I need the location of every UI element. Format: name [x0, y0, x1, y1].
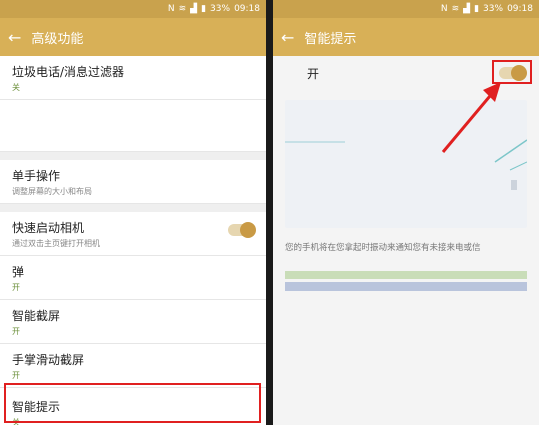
item-status: 开: [12, 327, 20, 336]
status-bar: N ≋ ▟ ▮ 33% 09:18: [0, 0, 266, 18]
list-item-popup[interactable]: 弹 开: [0, 256, 266, 300]
left-phone: N ≋ ▟ ▮ 33% 09:18 ← 高级功能 垃圾电话/消息过滤器 关 单手…: [0, 0, 266, 425]
battery-percent: 33%: [210, 4, 231, 14]
page-title: 智能提示: [304, 31, 357, 47]
item-title: 手掌滑动截屏: [12, 353, 85, 367]
highlight-box: [4, 383, 261, 423]
item-status: 关: [12, 83, 20, 92]
battery-icon: ▮: [201, 4, 207, 14]
back-arrow-icon[interactable]: ←: [8, 28, 21, 47]
item-title: 垃圾电话/消息过滤器: [12, 65, 125, 79]
back-arrow-icon[interactable]: ←: [281, 28, 294, 47]
status-bar: N ≋ ▟ ▮ 33% 09:18: [273, 0, 539, 18]
item-status: 开: [12, 283, 20, 292]
battery-icon: ▮: [474, 4, 480, 14]
quick-camera-toggle[interactable]: [228, 222, 256, 238]
list-item-palm-swipe[interactable]: 手掌滑动截屏 开: [0, 344, 266, 388]
battery-percent: 33%: [483, 4, 504, 14]
clock: 09:18: [234, 4, 260, 14]
annotation-arrow-icon: [441, 82, 501, 153]
list-item-quick-camera[interactable]: 快速启动相机 通过双击主页键打开相机: [0, 212, 266, 256]
app-toolbar: ← 智能提示: [273, 18, 539, 56]
item-title: 弹: [12, 265, 25, 279]
divider: [0, 204, 266, 212]
wifi-icon: ≋: [178, 4, 187, 14]
wifi-icon: ≋: [451, 4, 460, 14]
right-phone: N ≋ ▟ ▮ 33% 09:18 ← 智能提示 开 您的手机将在您拿起时振动来…: [273, 0, 539, 425]
page-title: 高级功能: [31, 31, 84, 47]
signal-icon: ▟: [463, 4, 471, 14]
nfc-icon: N: [167, 4, 175, 14]
list-item-smart-capture[interactable]: 智能截屏 开: [0, 300, 266, 344]
item-title: 智能截屏: [12, 309, 61, 323]
list-item-spam-filter[interactable]: 垃圾电话/消息过滤器 关: [0, 56, 266, 100]
list-item-one-hand[interactable]: 单手操作 调整屏幕的大小和布局: [0, 160, 266, 204]
blur-overlay: [110, 180, 260, 190]
item-description: 通过双击主页键打开相机: [12, 239, 100, 248]
nfc-icon: N: [440, 4, 448, 14]
divider: [0, 152, 266, 160]
item-title: 快速启动相机: [12, 221, 85, 235]
settings-list: 垃圾电话/消息过滤器 关 单手操作 调整屏幕的大小和布局 快速启动相机 通过双击…: [0, 56, 266, 425]
app-toolbar: ← 高级功能: [0, 18, 266, 56]
color-band: [285, 282, 527, 291]
signal-icon: ▟: [190, 4, 198, 14]
blank-row: [0, 100, 266, 152]
description-text: 您的手机将在您拿起时振动来通知您有未接来电或信: [285, 243, 481, 253]
color-band: [285, 271, 527, 279]
screenshot-root: N ≋ ▟ ▮ 33% 09:18 ← 高级功能 垃圾电话/消息过滤器 关 单手…: [0, 0, 539, 425]
item-status: 开: [12, 371, 20, 380]
clock: 09:18: [507, 4, 533, 14]
switch-label: 开: [307, 66, 320, 81]
